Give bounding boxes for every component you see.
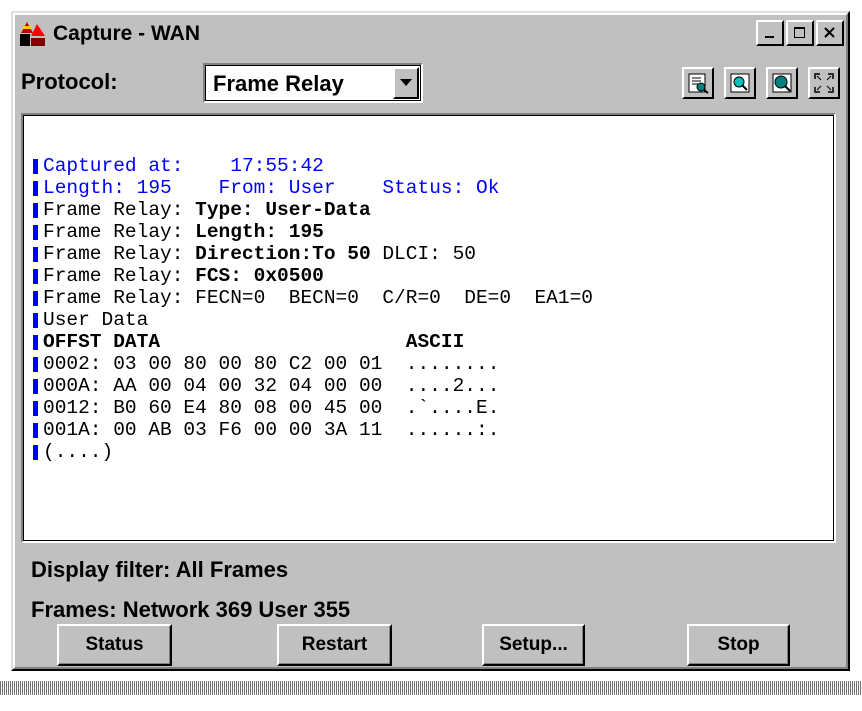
find-button[interactable] <box>766 67 798 99</box>
minimize-button[interactable] <box>756 20 784 46</box>
chevron-down-icon <box>400 79 412 86</box>
minimize-icon <box>765 36 774 38</box>
frame-type-line: Frame Relay: Type: User-Data <box>33 199 593 221</box>
hex-header-line: OFFST DATA ASCII <box>33 331 593 353</box>
protocol-label: Protocol: <box>21 69 118 94</box>
hex-row: 0012: B0 60 E4 80 08 00 45 00 .`....E. <box>33 397 593 419</box>
title-bar[interactable]: Capture - WAN <box>15 15 846 53</box>
hex-row: 000A: AA 00 04 00 32 04 00 00 ....2... <box>33 375 593 397</box>
frame-flags-line: Frame Relay: FECN=0 BECN=0 C/R=0 DE=0 EA… <box>33 287 593 309</box>
capture-panel[interactable]: Captured at: 17:55:42 Length: 195 From: … <box>21 113 836 543</box>
desktop-edge <box>0 681 862 695</box>
capture-window: Capture - WAN Protocol: Frame Relay Capt… <box>11 11 850 671</box>
frame-fcs-line: Frame Relay: FCS: 0x0500 <box>33 265 593 287</box>
status-button[interactable]: Status <box>57 624 172 666</box>
details-icon <box>688 73 709 94</box>
display-filter-text: Display filter: All Frames <box>31 557 289 582</box>
captured-at-line: Captured at: 17:55:42 <box>33 155 593 177</box>
protocol-row: Protocol: Frame Relay <box>21 63 840 103</box>
close-icon <box>824 27 835 38</box>
protocol-select[interactable]: Frame Relay <box>203 63 423 103</box>
capture-lines: Captured at: 17:55:42 Length: 195 From: … <box>33 155 593 463</box>
frame-direction-line: Frame Relay: Direction:To 50 DLCI: 50 <box>33 243 593 265</box>
find-icon <box>772 73 792 93</box>
maximize-icon <box>794 27 805 38</box>
expand-button[interactable] <box>808 67 840 99</box>
toolbar <box>672 67 840 99</box>
hex-row: 001A: 00 AB 03 F6 00 00 3A 11 ......:. <box>33 419 593 441</box>
close-button[interactable] <box>816 20 844 46</box>
hex-row: 0002: 03 00 80 00 80 C2 00 01 ........ <box>33 353 593 375</box>
protocol-value: Frame Relay <box>213 71 344 96</box>
window-title: Capture - WAN <box>53 22 200 45</box>
zoom-icon <box>730 73 750 93</box>
frames-count-text: Frames: Network 369 User 355 <box>31 597 351 622</box>
details-button[interactable] <box>682 67 714 99</box>
more-line: (....) <box>33 441 593 463</box>
setup-button[interactable]: Setup... <box>482 624 585 666</box>
dropdown-button[interactable] <box>393 67 419 99</box>
stop-button[interactable]: Stop <box>687 624 790 666</box>
app-logo-icon <box>19 20 47 48</box>
user-data-line: User Data <box>33 309 593 331</box>
length-line: Length: 195 From: User Status: Ok <box>33 177 593 199</box>
frame-length-line: Frame Relay: Length: 195 <box>33 221 593 243</box>
maximize-button[interactable] <box>786 20 814 46</box>
restart-button[interactable]: Restart <box>277 624 392 666</box>
zoom-button[interactable] <box>724 67 756 99</box>
window-controls <box>756 20 844 46</box>
expand-icon <box>814 73 834 93</box>
